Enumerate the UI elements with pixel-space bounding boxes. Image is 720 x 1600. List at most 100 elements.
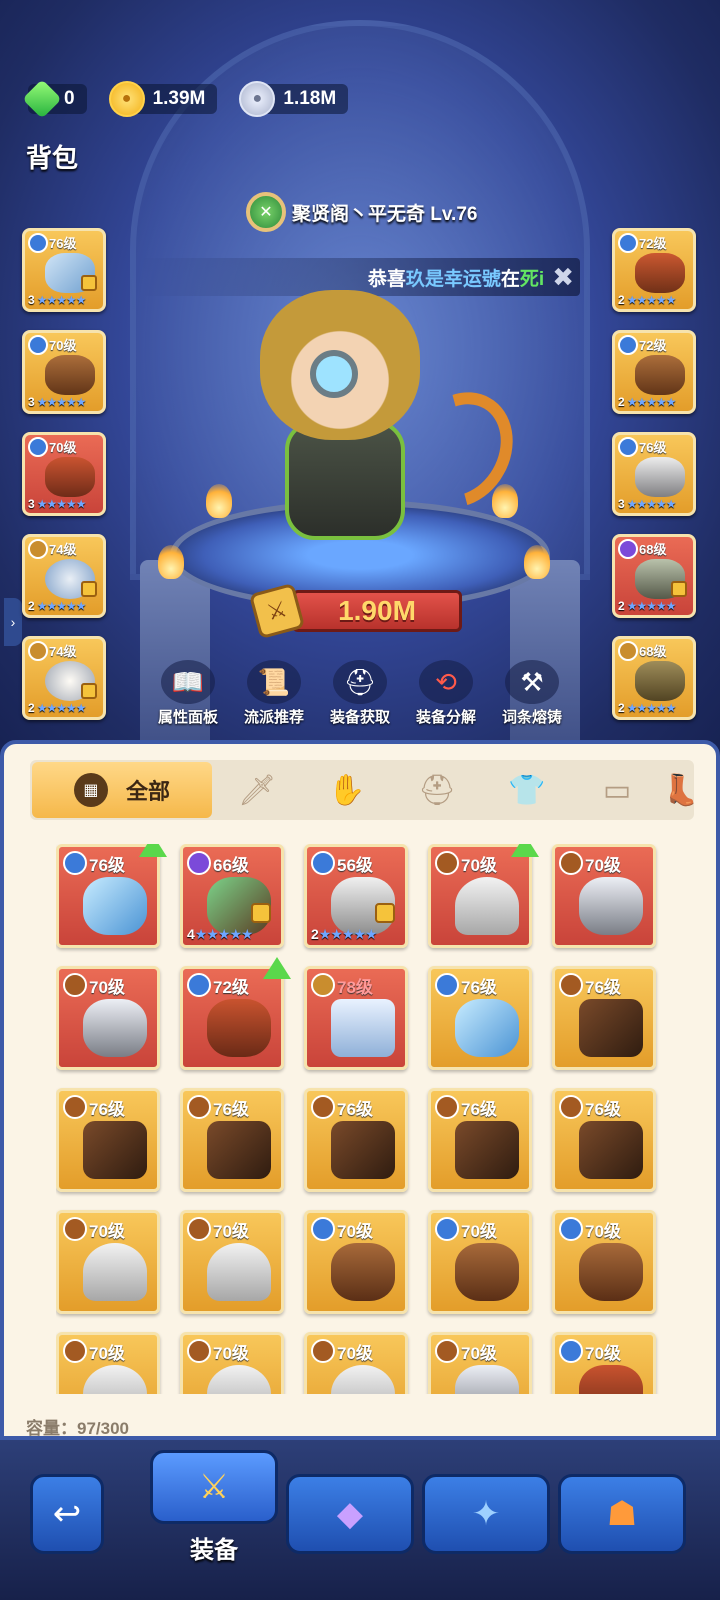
element-icon <box>618 335 638 355</box>
nav-equipment[interactable]: ⚔ <box>150 1450 278 1524</box>
equipped-slot-head[interactable]: 72级 2 ★★★★★ <box>612 228 696 312</box>
inventory-item[interactable]: 76级 <box>552 1088 656 1192</box>
tab-helmet[interactable]: ⛑ <box>392 773 482 808</box>
puzzle-piece-icon: ✦ <box>471 1495 501 1533</box>
fire-element-icon <box>187 1339 211 1363</box>
equipped-slot-necklace[interactable]: 74级 2 ★★★★★ <box>22 636 106 720</box>
gauntlet-icon <box>455 1365 519 1394</box>
action-label: 流派推荐 <box>243 709 304 726</box>
equipped-slot-ring[interactable]: 74级 2 ★★★★★ <box>22 534 106 618</box>
star-count: 4 <box>187 926 195 942</box>
gold-counter[interactable]: ● 1.39M <box>108 81 218 117</box>
inventory-item[interactable]: 56级 2★★★★★ <box>304 844 408 948</box>
inventory-item[interactable]: 76级 <box>180 1088 284 1192</box>
gem-counter[interactable]: 0 <box>22 79 87 119</box>
star-row: ★★★★★ <box>36 599 87 613</box>
slot-stars: 2 ★★★★★ <box>28 701 86 715</box>
equipment-obtain-button[interactable]: ⛑ 装备获取 <box>324 660 396 727</box>
inventory-item[interactable]: 70级 <box>56 1332 160 1394</box>
equipped-slot-armor[interactable]: 70级 3 ★★★★★ <box>22 330 106 414</box>
gauntlet-icon <box>579 877 643 935</box>
tab-weapon[interactable]: 🗡 <box>212 773 302 808</box>
equipped-slot-accessory[interactable]: 68级 2 ★★★★★ <box>612 636 696 720</box>
star-count: 2 <box>618 395 625 409</box>
poison-element-icon <box>187 851 211 875</box>
side-expand-arrow[interactable]: › <box>4 598 22 646</box>
inventory-item[interactable]: 76级 <box>428 1088 532 1192</box>
element-icon <box>28 233 48 253</box>
inventory-item[interactable]: 70级 <box>428 844 539 948</box>
inventory-item[interactable]: 70级 <box>56 966 160 1070</box>
fire-element-icon <box>63 1095 87 1119</box>
tab-armor[interactable]: 👕 <box>482 773 572 808</box>
item-level: 70级 <box>585 1222 621 1241</box>
inventory-item[interactable]: 70级 <box>180 1210 284 1314</box>
water-element-icon <box>311 851 335 875</box>
close-icon[interactable]: ✖ <box>552 262 574 293</box>
tab-all[interactable]: ▦ 全部 <box>32 762 212 818</box>
treasure-chest-icon: ◆ <box>336 1495 364 1533</box>
element-icon <box>618 539 638 559</box>
fire-element-icon <box>187 1095 211 1119</box>
inventory-item[interactable]: 66级 4★★★★★ <box>180 844 284 948</box>
tab-gloves[interactable]: ✋ <box>302 773 392 808</box>
attribute-panel-button[interactable]: 📖 属性面板 <box>152 660 224 727</box>
tab-pants[interactable]: ▭ <box>572 773 662 808</box>
build-recommend-button[interactable]: 📜 流派推荐 <box>238 660 310 727</box>
inventory-item[interactable]: 70级 <box>304 1210 408 1314</box>
inventory-item[interactable]: 70级 <box>56 1210 160 1314</box>
category-tabs: ▦ 全部 🗡 ✋ ⛑ 👕 ▭ 👢 <box>30 760 694 820</box>
inventory-item[interactable]: 76级 <box>56 844 167 948</box>
inventory-panel: ▦ 全部 🗡 ✋ ⛑ 👕 ▭ 👢 76级 66级 4★★★★★ 56级 2 ★★★★★… <box>0 740 720 1440</box>
tab-boots[interactable]: 👢 <box>662 773 694 808</box>
nav-mask[interactable]: ☗ <box>558 1474 686 1554</box>
slot-stars: 2 ★★★★★ <box>618 701 676 715</box>
inventory-item[interactable]: 70级 <box>552 844 656 948</box>
inventory-item[interactable]: 76级 <box>552 966 656 1070</box>
forge-icon: ⚒ <box>505 660 559 704</box>
helmet-icon <box>207 999 271 1057</box>
equipment-dismantle-button[interactable]: ⟲ 装备分解 <box>410 660 482 727</box>
armor-icon: 👕 <box>508 773 546 807</box>
item-level: 78级 <box>337 978 373 997</box>
element-icon <box>618 437 638 457</box>
inventory-item[interactable]: 76级 <box>304 1088 408 1192</box>
item-level: 76级 <box>461 1100 497 1119</box>
slot-stars: 2 ★★★★★ <box>618 599 676 613</box>
item-level: 76级 <box>89 856 125 875</box>
gem-value: 0 <box>64 88 75 109</box>
water-element-icon <box>435 1217 459 1241</box>
inventory-item[interactable]: 70级 <box>552 1210 656 1314</box>
inventory-item[interactable]: 72级 <box>180 957 291 1070</box>
upgrade-arrow-icon <box>511 844 539 857</box>
inventory-item[interactable]: 76级 <box>56 1088 160 1192</box>
guild-badge-icon: ✕ <box>246 192 286 232</box>
upgrade-arrow-icon <box>139 844 167 857</box>
star-count: 3 <box>28 395 35 409</box>
equipped-slot-shoulder[interactable]: 72级 2 ★★★★★ <box>612 330 696 414</box>
inventory-item[interactable]: 70级 <box>552 1332 656 1394</box>
nav-treasure[interactable]: ◆ <box>286 1474 414 1554</box>
inventory-item[interactable]: 78级 <box>304 966 408 1070</box>
back-button[interactable]: ↩ <box>30 1474 104 1554</box>
star-row: ★★★★★ <box>194 926 254 942</box>
equipped-slot-gloves[interactable]: 76级 3 ★★★★★ <box>612 432 696 516</box>
item-level: 56级 <box>337 856 373 875</box>
helmet-icon: ⛑ <box>333 660 387 704</box>
inventory-item[interactable]: 70级 <box>428 1210 532 1314</box>
equipped-slot-mask[interactable]: 68级 2 ★★★★★ <box>612 534 696 618</box>
inventory-item[interactable]: 70级 <box>428 1332 532 1394</box>
inventory-item[interactable]: 70级 <box>180 1332 284 1394</box>
affix-forge-button[interactable]: ⚒ 词条熔铸 <box>496 660 568 727</box>
silver-counter[interactable]: ● 1.18M <box>239 81 349 117</box>
cloak-icon <box>83 1365 147 1394</box>
star-count: 2 <box>311 926 319 942</box>
equipped-slot-helmet[interactable]: 70级 3 ★★★★★ <box>22 432 106 516</box>
nav-puzzle[interactable]: ✦ <box>422 1474 550 1554</box>
item-level: 66级 <box>213 856 249 875</box>
slot-level: 74级 <box>49 644 77 659</box>
inventory-item[interactable]: 70级 <box>304 1332 408 1394</box>
inventory-item[interactable]: 76级 <box>428 966 532 1070</box>
equipped-slot-weapon[interactable]: 76级 3 ★★★★★ <box>22 228 106 312</box>
hero-character[interactable] <box>200 290 534 570</box>
